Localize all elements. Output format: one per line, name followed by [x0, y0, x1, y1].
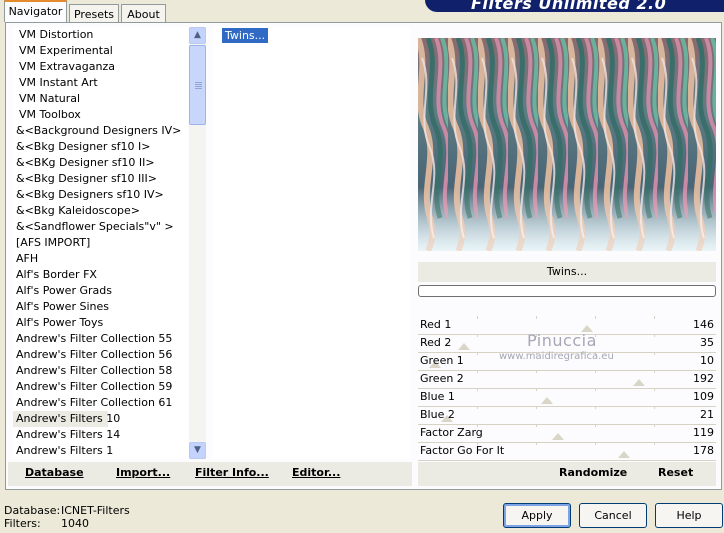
category-item[interactable]: Andrew's Filter Collection 58 — [13, 363, 188, 379]
category-item[interactable]: &<Bkg Kaleidoscope> — [13, 203, 188, 219]
slider-value: 10 — [700, 354, 714, 367]
category-item[interactable]: Andrew's Filter Collection 55 — [13, 331, 188, 347]
slider-value: 178 — [693, 444, 714, 457]
category-item[interactable]: Alf's Border FX — [13, 267, 188, 283]
slider-label: Green 2 — [420, 372, 464, 385]
import-button[interactable]: Import... — [116, 466, 170, 479]
category-item[interactable]: VM Toolbox — [13, 107, 188, 123]
slider-thumb[interactable] — [552, 433, 565, 440]
scroll-down-button[interactable]: ▼ — [189, 442, 206, 459]
category-item[interactable]: Alf's Power Toys — [13, 315, 188, 331]
category-item[interactable]: &<Bkg Designer sf10 III> — [13, 171, 188, 187]
slider-value: 21 — [700, 408, 714, 421]
tab-presets[interactable]: Presets — [69, 4, 119, 24]
filters-count-label: Filters: — [4, 517, 41, 530]
slider-label: Factor Go For It — [420, 444, 505, 457]
category-item[interactable]: VM Experimental — [13, 43, 188, 59]
slider-label: Green 1 — [420, 354, 464, 367]
bottom-toolbar: Database Import... Filter Info... Editor… — [8, 462, 412, 486]
tab-about[interactable]: About — [121, 4, 166, 24]
category-scrollbar[interactable]: ▲ ▼ — [189, 27, 206, 459]
category-item[interactable]: Alf's Power Grads — [13, 283, 188, 299]
apply-button[interactable]: Apply — [503, 503, 571, 528]
category-item[interactable]: Alf's Power Sines — [13, 299, 188, 315]
brand-banner: Filters Unlimited 2.0 — [425, 0, 724, 12]
category-item[interactable]: Andrew's Filters 14 — [13, 427, 188, 443]
category-item[interactable]: &<Bkg Designers sf10 IV> — [13, 187, 188, 203]
filter-preview-image — [418, 38, 716, 251]
category-item[interactable]: Andrew's Filter Collection 56 — [13, 347, 188, 363]
scroll-up-button[interactable]: ▲ — [189, 27, 206, 44]
slider-thumb[interactable] — [618, 451, 631, 458]
slider-thumb[interactable] — [540, 397, 553, 404]
filter-list[interactable]: Twins... — [213, 27, 410, 459]
category-item[interactable]: AFH — [13, 251, 188, 267]
filter-item-twins[interactable]: Twins... — [222, 28, 269, 43]
slider-value: 119 — [693, 426, 714, 439]
tab-navigator[interactable]: Navigator — [4, 0, 67, 22]
database-value: ICNET-Filters — [61, 504, 130, 517]
database-button[interactable]: Database — [25, 466, 84, 479]
randomize-button[interactable]: Randomize — [559, 466, 627, 479]
slider-label: Blue 2 — [420, 408, 455, 421]
slider-value: 35 — [700, 336, 714, 349]
category-item[interactable]: &<Bkg Designer sf10 I> — [13, 139, 188, 155]
category-item[interactable]: VM Instant Art — [13, 75, 188, 91]
editor-button[interactable]: Editor... — [292, 466, 340, 479]
slider-row[interactable]: Factor Zarg 119 — [418, 424, 716, 443]
slider-row[interactable]: Factor Go For It 178 — [418, 442, 716, 461]
slider-thumb[interactable] — [632, 379, 645, 386]
slider-value: 192 — [693, 372, 714, 385]
action-toolbar: Randomize Reset — [418, 462, 716, 486]
slider-label: Factor Zarg — [420, 426, 483, 439]
slider-value: 109 — [693, 390, 714, 403]
category-item[interactable]: &<Background Designers IV> — [13, 123, 188, 139]
slider-row[interactable]: Blue 2 21 — [418, 406, 716, 425]
filter-info-button[interactable]: Filter Info... — [195, 466, 269, 479]
filters-count-value: 1040 — [61, 517, 89, 530]
category-item[interactable]: Andrew's Filters 1 — [13, 443, 188, 459]
category-item[interactable]: Andrew's Filters 10 — [13, 411, 120, 427]
category-item[interactable]: Andrew's Filter Collection 61 — [13, 395, 188, 411]
slider-label: Red 2 — [420, 336, 452, 349]
help-button[interactable]: Help — [655, 503, 723, 528]
category-item[interactable]: Andrew's Filter Collection 59 — [13, 379, 188, 395]
slider-row[interactable]: Blue 1 109 — [418, 388, 716, 407]
category-item[interactable]: [AFS IMPORT] — [13, 235, 188, 251]
category-item[interactable]: &<Sandflower Specials"v" > — [13, 219, 188, 235]
slider-row[interactable]: Green 2 192 — [418, 370, 716, 389]
database-label: Database: — [4, 504, 61, 517]
preview-pattern — [418, 38, 716, 251]
category-item[interactable]: &<BKg Designer sf10 II> — [13, 155, 188, 171]
category-item[interactable]: VM Distortion — [13, 27, 188, 43]
slider-label: Blue 1 — [420, 390, 455, 403]
slider-label: Red 1 — [420, 318, 452, 331]
preview-filter-name: Twins... — [418, 262, 716, 282]
scroll-thumb[interactable] — [189, 45, 206, 125]
slider-value: 146 — [693, 318, 714, 331]
slider-thumb[interactable] — [458, 343, 471, 350]
brand-title: Filters Unlimited 2.0 — [471, 0, 667, 12]
watermark-name: Pinuccia — [527, 331, 597, 350]
cancel-button[interactable]: Cancel — [579, 503, 647, 528]
reset-button[interactable]: Reset — [658, 466, 693, 479]
category-item[interactable]: VM Extravaganza — [13, 59, 188, 75]
category-list[interactable]: VM Distortion VM Experimental VM Extravaga… — [13, 27, 188, 459]
category-item[interactable]: VM Natural — [13, 91, 188, 107]
progress-bar — [418, 285, 716, 297]
watermark-url: www.maidiregrafica.eu — [499, 351, 614, 362]
